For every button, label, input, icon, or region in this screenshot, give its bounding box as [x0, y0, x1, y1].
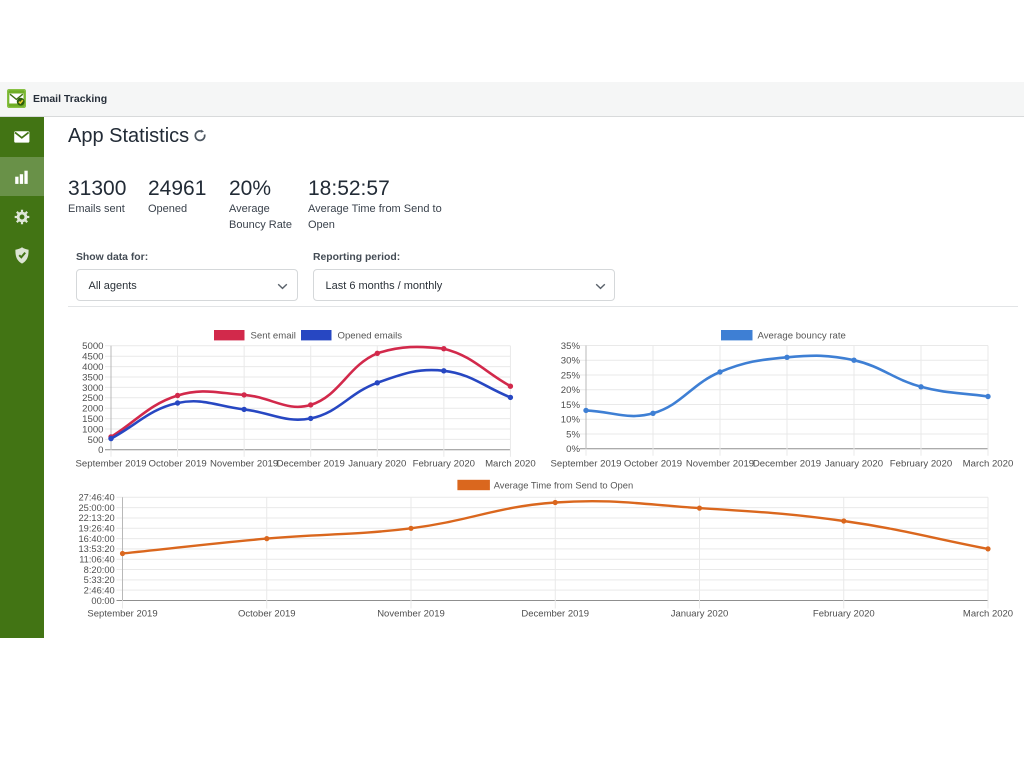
svg-text:February 2020: February 2020 — [413, 459, 475, 470]
svg-text:19:26:40: 19:26:40 — [78, 524, 114, 534]
svg-text:March 2020: March 2020 — [963, 609, 1013, 620]
svg-text:00:00: 00:00 — [91, 596, 114, 606]
svg-text:March 2020: March 2020 — [485, 459, 536, 470]
svg-text:September 2019: September 2019 — [87, 609, 157, 620]
svg-text:11:06:40: 11:06:40 — [79, 555, 115, 565]
svg-text:16:40:00: 16:40:00 — [78, 534, 114, 544]
svg-text:January 2020: January 2020 — [348, 459, 406, 470]
svg-text:October 2019: October 2019 — [149, 459, 207, 470]
svg-text:January 2020: January 2020 — [671, 609, 729, 620]
svg-text:December 2019: December 2019 — [277, 459, 345, 470]
svg-text:500: 500 — [87, 435, 103, 446]
svg-text:22:13:20: 22:13:20 — [78, 513, 114, 523]
svg-text:September 2019: September 2019 — [551, 459, 622, 470]
svg-text:February 2020: February 2020 — [813, 609, 875, 620]
svg-text:3000: 3000 — [82, 383, 103, 394]
svg-text:Sent email: Sent email — [251, 331, 296, 342]
svg-text:1000: 1000 — [82, 424, 103, 435]
svg-text:November 2019: November 2019 — [377, 609, 445, 620]
svg-text:1500: 1500 — [82, 414, 103, 425]
svg-text:5:33:20: 5:33:20 — [84, 575, 115, 585]
svg-text:February 2020: February 2020 — [890, 459, 952, 470]
svg-text:January 2020: January 2020 — [825, 459, 883, 470]
svg-text:2500: 2500 — [82, 393, 103, 404]
svg-text:October 2019: October 2019 — [238, 609, 296, 620]
svg-text:2000: 2000 — [82, 404, 103, 415]
svg-text:25:00:00: 25:00:00 — [78, 503, 114, 513]
svg-text:20%: 20% — [561, 385, 581, 396]
svg-text:30%: 30% — [561, 356, 581, 367]
svg-text:2:46:40: 2:46:40 — [84, 586, 115, 596]
svg-text:25%: 25% — [561, 370, 581, 381]
svg-text:5000: 5000 — [82, 341, 103, 352]
svg-text:September 2019: September 2019 — [76, 459, 147, 470]
svg-text:13:53:20: 13:53:20 — [78, 544, 114, 554]
svg-text:4500: 4500 — [82, 352, 103, 363]
svg-text:December 2019: December 2019 — [753, 459, 821, 470]
svg-text:3500: 3500 — [82, 372, 103, 383]
svg-text:4000: 4000 — [82, 362, 103, 373]
svg-text:8:20:00: 8:20:00 — [84, 565, 115, 575]
svg-text:15%: 15% — [561, 400, 581, 411]
svg-text:0%: 0% — [566, 444, 580, 455]
svg-text:35%: 35% — [561, 341, 581, 352]
svg-text:November 2019: November 2019 — [686, 459, 754, 470]
svg-text:0: 0 — [98, 445, 103, 456]
svg-text:Average Time from Send to Open: Average Time from Send to Open — [494, 479, 633, 490]
svg-text:December 2019: December 2019 — [521, 609, 589, 620]
svg-text:Opened emails: Opened emails — [338, 331, 403, 342]
svg-text:March 2020: March 2020 — [963, 459, 1014, 470]
svg-text:27:46:40: 27:46:40 — [78, 493, 114, 503]
svg-text:10%: 10% — [561, 415, 581, 426]
svg-text:5%: 5% — [566, 429, 580, 440]
svg-text:October 2019: October 2019 — [624, 459, 682, 470]
svg-text:Average bouncy rate: Average bouncy rate — [758, 331, 846, 342]
svg-text:November 2019: November 2019 — [210, 459, 278, 470]
